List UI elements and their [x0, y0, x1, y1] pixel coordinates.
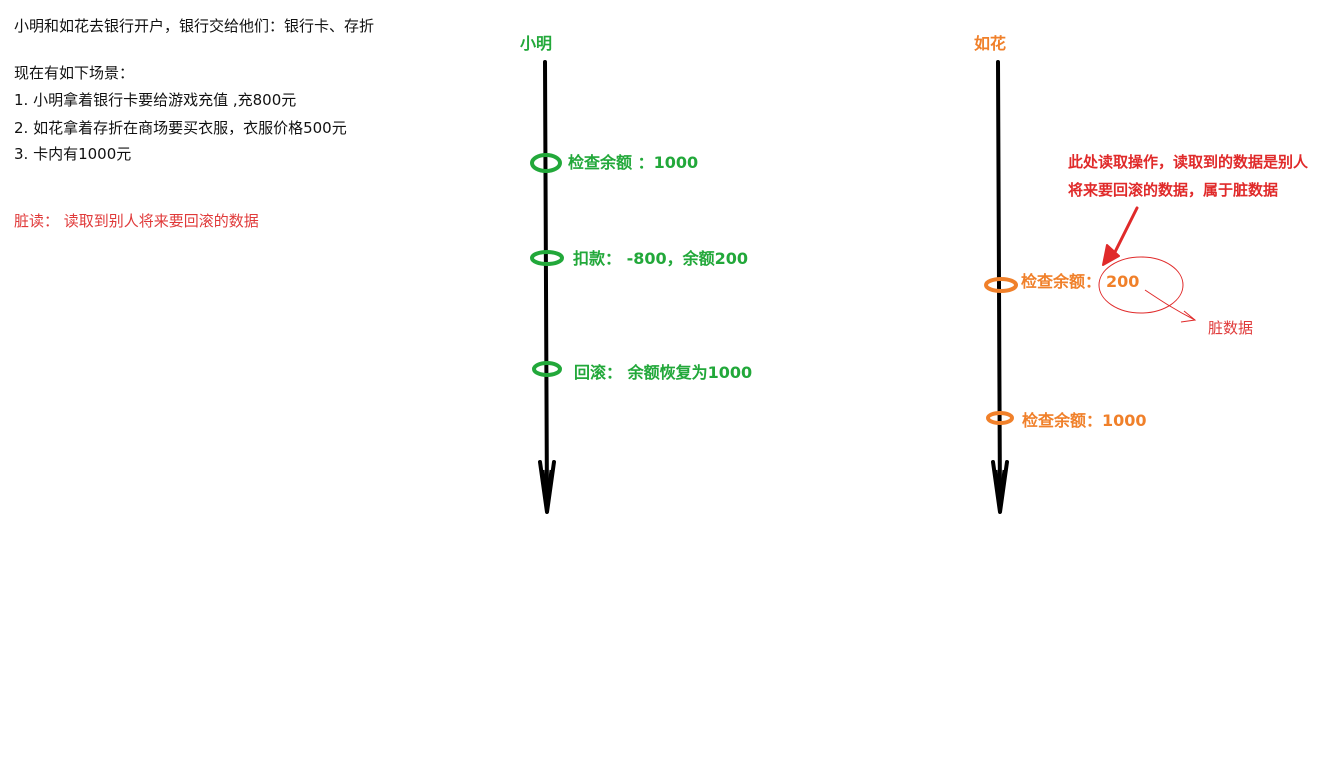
ruhua-marker-1 — [984, 277, 1018, 293]
xiaoming-step-rollback: 回滚： 余额恢复为1000 — [574, 363, 753, 382]
ruhua-timeline — [991, 60, 1009, 514]
lane-title-ruhua: 如花 — [974, 34, 1007, 53]
xiaoming-timeline — [538, 60, 556, 514]
annotation-note-line-2: 将来要回滚的数据，属于脏数据 — [1068, 181, 1279, 199]
dirty-pointer-arrow — [1144, 289, 1197, 323]
dirty-read-diagram: 小明和如花去银行开户，银行交给他们：银行卡、存折 现在有如下场景： 1. 小明拿… — [0, 0, 1341, 782]
diagram-graphics — [530, 60, 1197, 514]
dirty-data-label: 脏数据 — [1208, 319, 1254, 337]
ruhua-step-check-label: 检查余额： — [1021, 272, 1102, 291]
ruhua-dirty-value: 200 — [1106, 272, 1140, 291]
ruhua-step-check-again: 检查余额：1000 — [1022, 411, 1147, 430]
annotation-arrow — [1102, 206, 1139, 266]
lane-title-xiaoming: 小明 — [520, 34, 553, 53]
xiaoming-step-deduct: 扣款： -800，余额200 — [573, 249, 749, 268]
xiaoming-step-check-balance: 检查余额 ：1000 — [568, 153, 699, 172]
annotation-note-line-1: 此处读取操作，读取到的数据是别人 — [1068, 153, 1309, 171]
